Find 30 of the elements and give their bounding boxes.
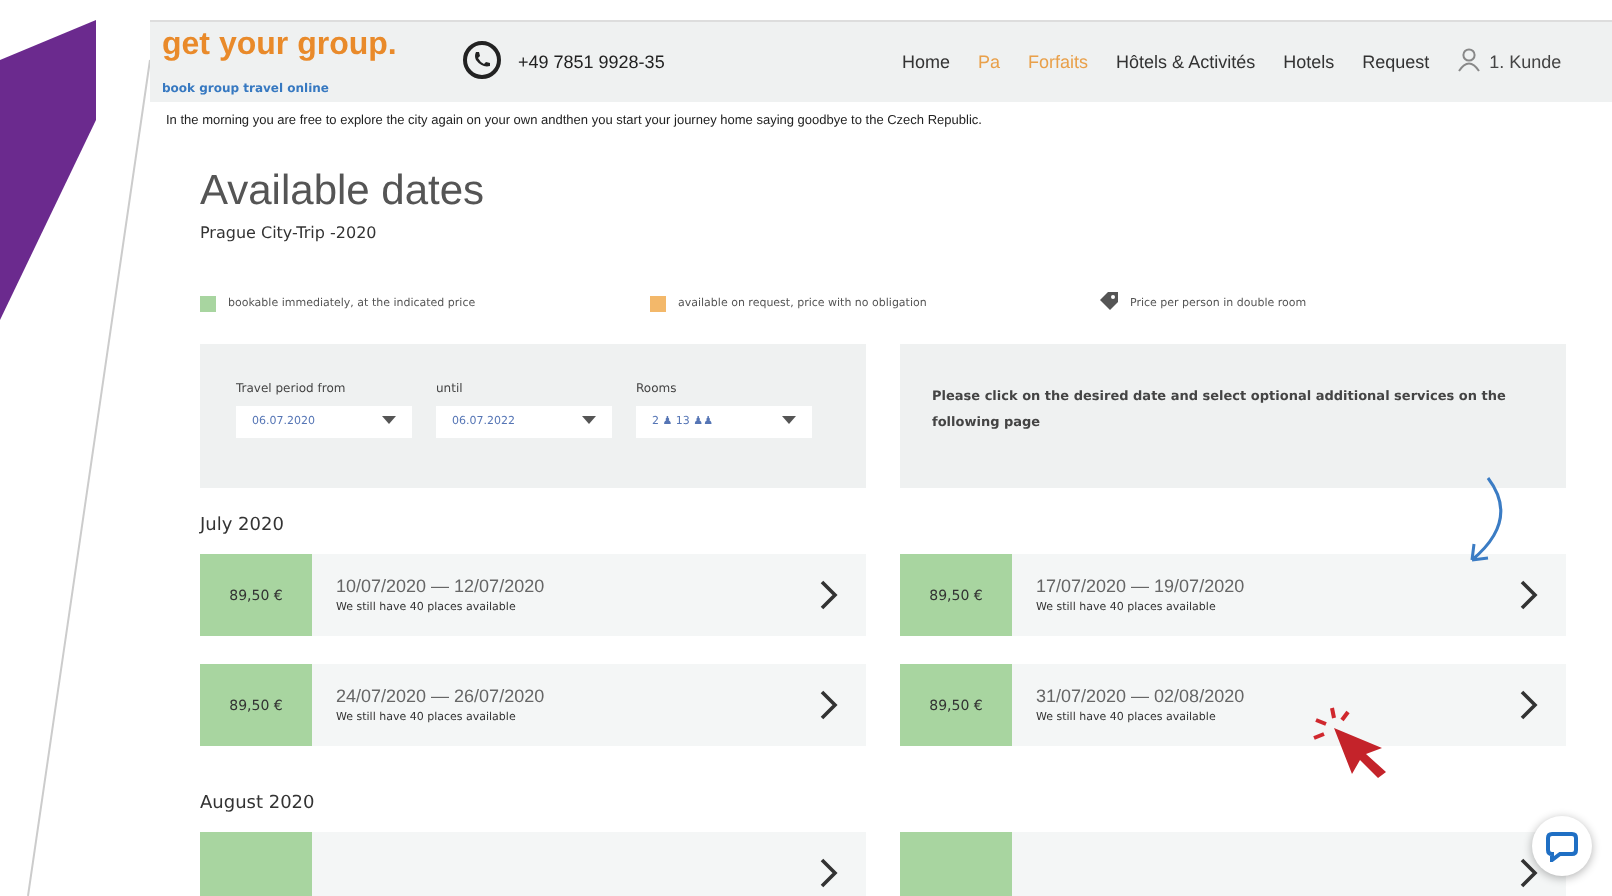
trip-subtitle: Prague City-Trip -2020 <box>200 224 379 242</box>
chevron-right-icon <box>820 858 838 888</box>
speech-bubble-icon <box>1546 830 1578 862</box>
chevron-right-icon <box>1520 858 1538 888</box>
chevron-right-icon <box>820 690 838 720</box>
date-card[interactable] <box>200 832 866 896</box>
tag-icon <box>1100 292 1118 314</box>
date-range: 17/07/2020 — 19/07/2020 <box>1036 576 1247 596</box>
nav-link[interactable]: Hôtels & Activités <box>1116 52 1256 72</box>
caret-icon <box>582 416 596 428</box>
page-title: Available dates <box>200 168 487 216</box>
chevron-right-icon <box>1520 580 1538 610</box>
date-range: 10/07/2020 — 12/07/2020 <box>336 576 547 596</box>
phone-icon <box>462 39 502 85</box>
month-heading: August 2020 <box>200 794 317 814</box>
nav-link[interactable]: Home <box>902 52 951 72</box>
month-heading: July 2020 <box>200 516 286 536</box>
date-range: 24/07/2020 — 26/07/2020 <box>336 686 547 706</box>
account-name[interactable]: 1. Kunde <box>1489 52 1562 72</box>
chat-button[interactable] <box>1532 816 1592 876</box>
caret-icon <box>782 416 796 428</box>
user-icon <box>1457 48 1480 76</box>
nav-link[interactable]: Hotels <box>1283 52 1335 72</box>
phone-number[interactable]: +49 7851 9928-35 <box>518 52 665 72</box>
date-range: 31/07/2020 — 02/08/2020 <box>1036 686 1247 706</box>
account-link[interactable]: 1. Kunde <box>1457 48 1562 76</box>
chevron-right-icon <box>1520 690 1538 720</box>
caret-icon <box>382 416 396 428</box>
nav-link[interactable]: Request <box>1362 52 1430 72</box>
chevron-right-icon <box>820 580 838 610</box>
